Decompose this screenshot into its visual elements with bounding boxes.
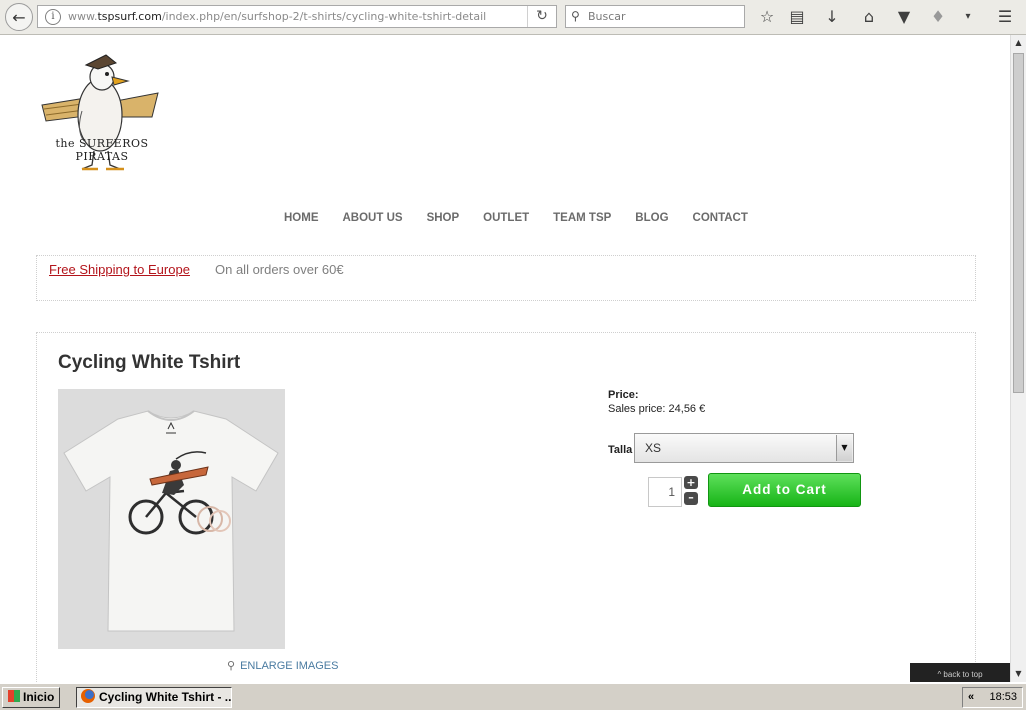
search-icon: ⚲ [571, 9, 580, 23]
home-icon[interactable]: ⌂ [859, 7, 879, 27]
reload-icon[interactable]: ↻ [527, 6, 556, 27]
nav-shop[interactable]: SHOP [427, 212, 460, 224]
enlarge-images-label: ENLARGE IMAGES [240, 660, 339, 672]
search-placeholder: Buscar [588, 10, 626, 23]
add-to-cart-button[interactable]: Add to Cart [708, 473, 861, 507]
start-button[interactable]: Inicio [2, 687, 60, 708]
quantity-decrease-button[interactable]: – [684, 492, 698, 505]
size-select[interactable]: XS ▼ [634, 433, 854, 463]
tray-expand-icon[interactable]: « [968, 688, 974, 707]
url-path: /index.php/en/surfshop-2/t-shirts/cyclin… [161, 10, 487, 23]
size-label: Talla [608, 444, 633, 456]
extension-icon[interactable]: ♦ [928, 7, 948, 27]
minus-icon: – [688, 491, 694, 504]
product-detail: Cycling White Tshirt ⚲ ENLARGE IMAGES Pri… [36, 332, 976, 682]
url-prefix: www. [68, 10, 98, 23]
url-domain: tspsurf.com [97, 10, 162, 23]
back-button[interactable]: ← [5, 3, 33, 31]
system-tray: « 18:53 [962, 687, 1023, 708]
shipping-note: On all orders over 60€ [215, 262, 344, 277]
url-bar[interactable]: i www.tspsurf.com/index.php/en/surfshop-… [37, 5, 557, 28]
enlarge-images-link[interactable]: ⚲ ENLARGE IMAGES [227, 659, 338, 672]
quantity-input[interactable]: 1 [648, 477, 682, 507]
menu-icon[interactable]: ☰ [995, 7, 1015, 27]
nav-home[interactable]: HOME [284, 212, 319, 224]
logo-text: the SURFEROS PIRATAS [55, 137, 149, 163]
nav-outlet[interactable]: OUTLET [483, 212, 529, 224]
main-nav: HOME ABOUT US SHOP OUTLET TEAM TSP BLOG … [284, 212, 772, 224]
scroll-thumb[interactable] [1013, 53, 1024, 393]
back-arrow-icon: ← [12, 7, 26, 27]
plus-icon: + [686, 476, 696, 489]
chevron-down-icon[interactable]: ▼ [836, 435, 852, 461]
nav-team-tsp[interactable]: TEAM TSP [553, 212, 611, 224]
quantity-increase-button[interactable]: + [684, 476, 698, 489]
info-icon[interactable]: i [45, 9, 61, 25]
tshirt-image [58, 389, 285, 649]
browser-toolbar: ← i www.tspsurf.com/index.php/en/surfsho… [0, 0, 1026, 35]
nav-about-us[interactable]: ABOUT US [343, 212, 403, 224]
taskbar: Inicio Cycling White Tshirt - ... « 18:5… [0, 683, 1026, 710]
size-selected-value: XS [645, 441, 662, 455]
page-scrollbar[interactable]: ▲ ▼ [1010, 35, 1026, 682]
site-logo[interactable]: the SURFEROS PIRATAS [36, 41, 168, 175]
pocket-icon[interactable]: ▼ [894, 7, 914, 27]
extension-dropdown-icon[interactable]: ▾ [958, 7, 978, 27]
price-label: Price: [608, 389, 639, 401]
url-text: www.tspsurf.com/index.php/en/surfshop-2/… [68, 10, 486, 23]
scroll-up-arrow-icon[interactable]: ▲ [1011, 35, 1026, 51]
nav-contact[interactable]: CONTACT [693, 212, 748, 224]
taskbar-window-button[interactable]: Cycling White Tshirt - ... [76, 687, 232, 708]
magnifier-icon: ⚲ [227, 660, 236, 672]
scroll-down-arrow-icon[interactable]: ▼ [1011, 666, 1026, 682]
web-page: the SURFEROS PIRATAS HOME ABOUT US SHOP … [0, 35, 1010, 682]
bookmark-star-icon[interactable]: ☆ [757, 7, 777, 27]
sales-price: Sales price: 24,56 € [608, 403, 706, 415]
windows-flag-icon [8, 690, 20, 702]
download-icon[interactable]: ↓ [822, 7, 842, 27]
taskbar-window-title: Cycling White Tshirt - ... [99, 690, 232, 704]
back-to-top-link[interactable]: ^ back to top [910, 663, 1010, 682]
product-image[interactable] [58, 389, 285, 649]
free-shipping-link[interactable]: Free Shipping to Europe [49, 262, 190, 277]
firefox-icon [81, 689, 95, 703]
product-title: Cycling White Tshirt [58, 352, 241, 373]
clock: 18:53 [989, 691, 1017, 703]
start-label: Inicio [23, 690, 55, 704]
reading-list-icon[interactable]: ▤ [787, 7, 807, 27]
nav-blog[interactable]: BLOG [635, 212, 668, 224]
search-input[interactable]: ⚲ Buscar [565, 5, 745, 28]
shipping-banner: Free Shipping to Europe On all orders ov… [36, 255, 976, 301]
